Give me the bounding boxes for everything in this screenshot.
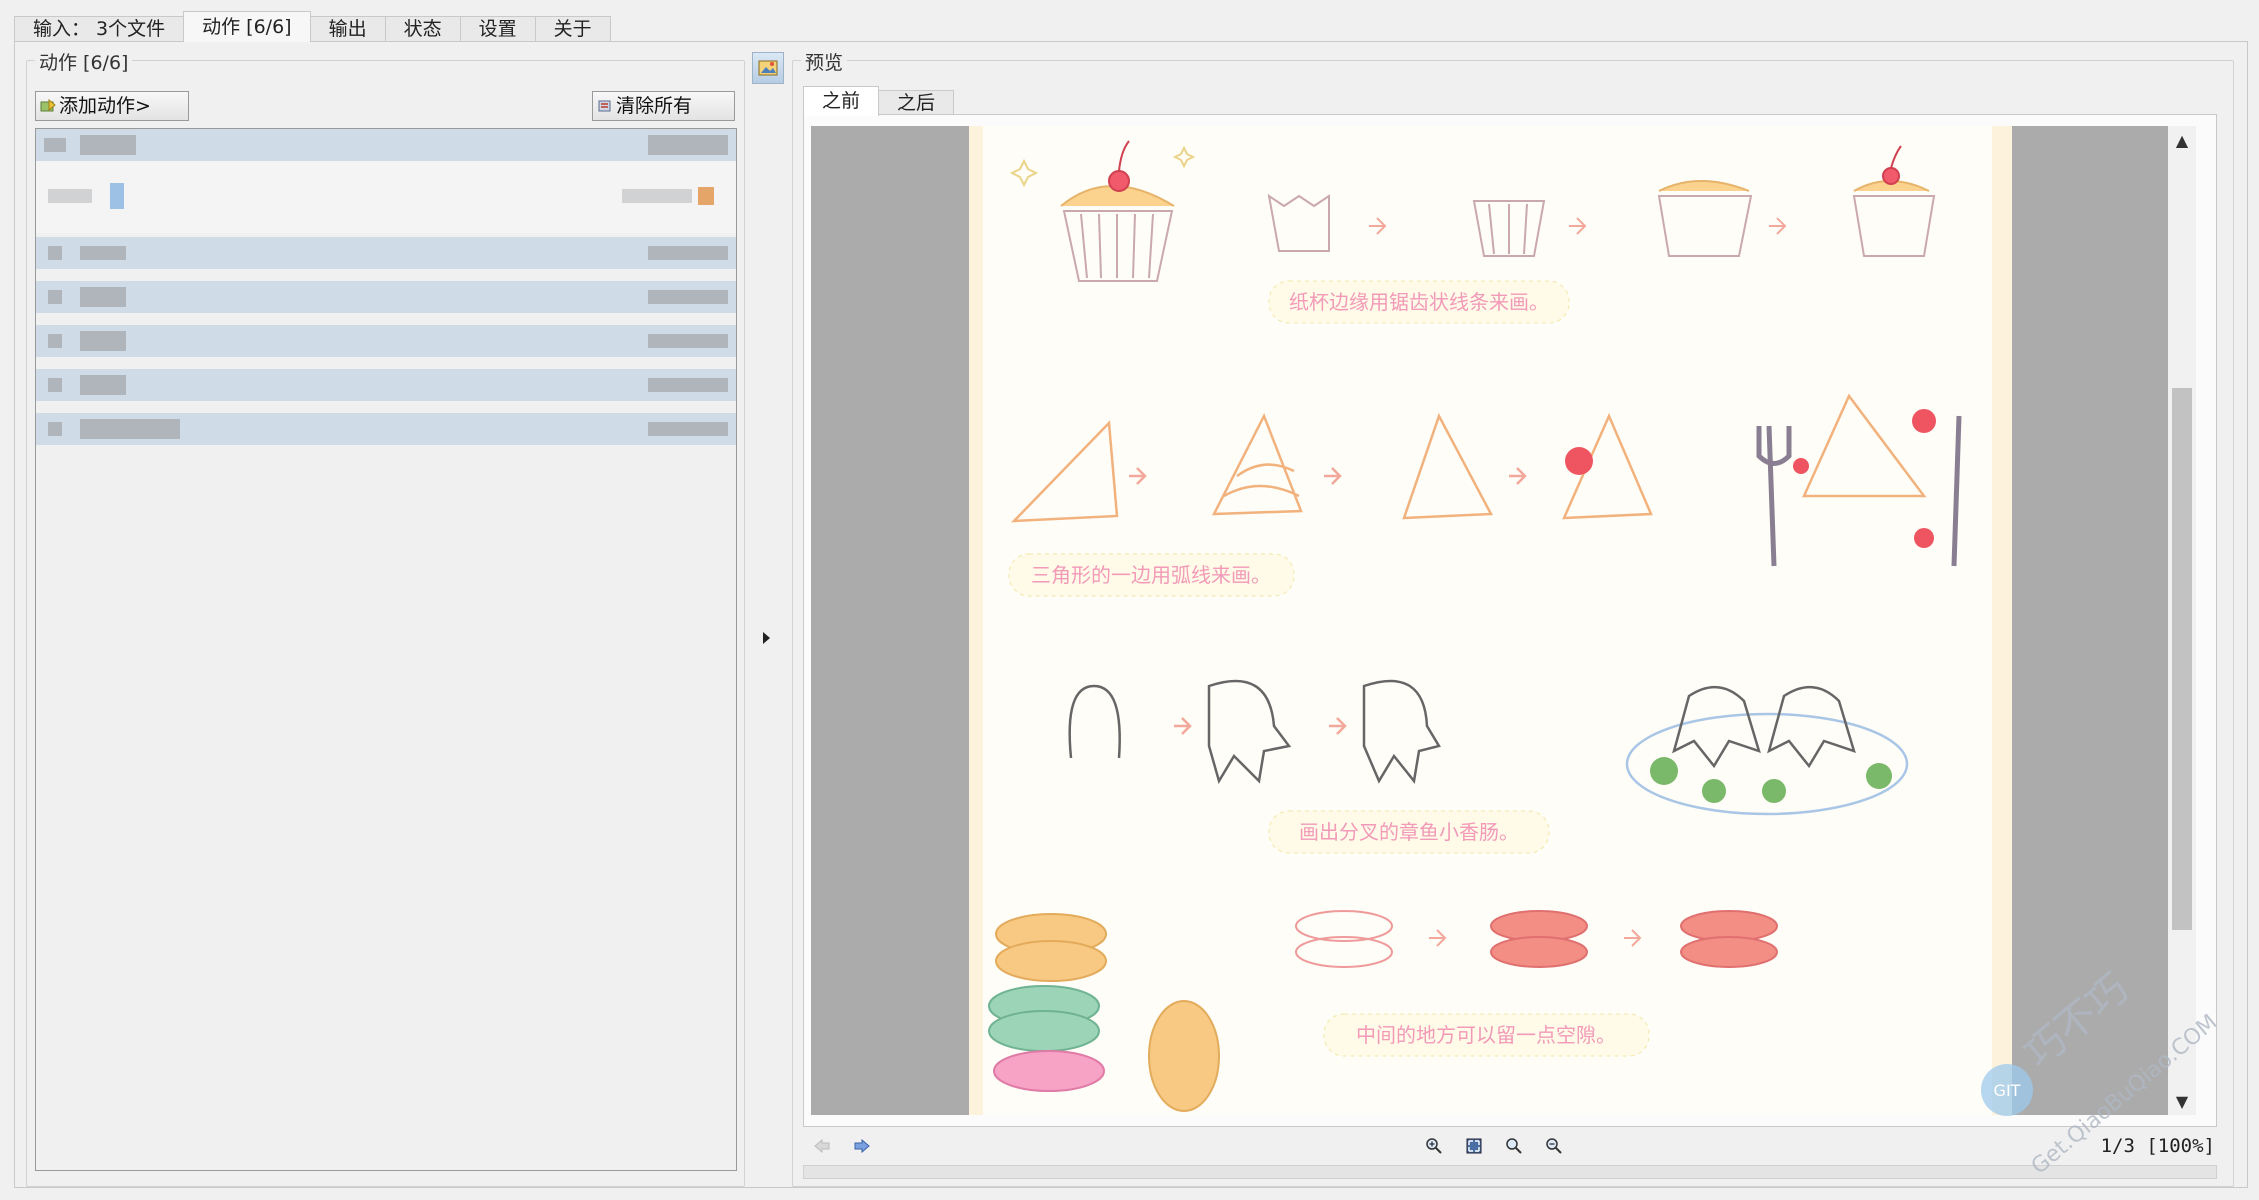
caption-cupcake: 纸杯边缘用锯齿状线条来画。 bbox=[1289, 290, 1549, 314]
add-action-label: 添加动作> bbox=[59, 95, 151, 117]
redacted-block bbox=[80, 287, 126, 307]
tab-about[interactable]: 关于 bbox=[534, 16, 611, 42]
redacted-block bbox=[48, 189, 92, 203]
fit-to-page-icon bbox=[1466, 1138, 1482, 1154]
action-row-3[interactable] bbox=[36, 237, 736, 269]
main-tabbar: 输入： 3个文件 动作 [6/6] 输出 状态 设置 关于 bbox=[14, 11, 611, 42]
preview-viewport[interactable]: 纸杯边缘用锯齿状线条来画。 三角形的一边用弧线来画。 画出分叉的章鱼小香肠。 中… bbox=[811, 126, 2168, 1115]
scroll-up-icon[interactable]: ▲ bbox=[2168, 126, 2196, 154]
redacted-block bbox=[80, 419, 180, 439]
redacted-block bbox=[648, 378, 728, 392]
tab-settings[interactable]: 设置 bbox=[459, 16, 536, 42]
caption-macaron: 中间的地方可以留一点空隙。 bbox=[1356, 1023, 1616, 1047]
action-row-2[interactable] bbox=[36, 161, 736, 233]
preview-page: 纸杯边缘用锯齿状线条来画。 三角形的一边用弧线来画。 画出分叉的章鱼小香肠。 中… bbox=[969, 126, 2012, 1115]
page-illustration: 纸杯边缘用锯齿状线条来画。 三角形的一边用弧线来画。 画出分叉的章鱼小香肠。 中… bbox=[988, 140, 1962, 1112]
clear-all-icon bbox=[598, 100, 611, 112]
fit-page-button[interactable] bbox=[1463, 1135, 1485, 1157]
redacted-block bbox=[80, 135, 136, 155]
scroll-thumb[interactable] bbox=[2172, 388, 2192, 930]
tab-actions[interactable]: 动作 [6/6] bbox=[183, 11, 311, 42]
action-row-5[interactable] bbox=[36, 325, 736, 357]
redacted-block bbox=[648, 334, 728, 348]
redacted-block bbox=[80, 246, 126, 260]
tab-before[interactable]: 之前 bbox=[803, 86, 880, 116]
add-action-icon bbox=[40, 99, 56, 112]
action-row-1[interactable] bbox=[36, 129, 736, 161]
redacted-block bbox=[622, 189, 692, 203]
tab-after[interactable]: 之后 bbox=[878, 90, 955, 116]
action-row-7[interactable] bbox=[36, 413, 736, 445]
watermark-badge-text: GIT bbox=[1994, 1081, 2021, 1100]
redacted-block bbox=[48, 378, 62, 392]
redacted-block bbox=[44, 138, 66, 152]
app-window: 输入： 3个文件 动作 [6/6] 输出 状态 设置 关于 动作 [6/6] 添… bbox=[0, 0, 2259, 1200]
redacted-block bbox=[648, 246, 728, 260]
action-row-4[interactable] bbox=[36, 281, 736, 313]
actions-group: 动作 [6/6] 添加动作> 清除所有 bbox=[26, 48, 745, 1187]
preview-group-title: 预览 bbox=[801, 48, 848, 75]
action-list[interactable] bbox=[35, 128, 737, 1171]
previous-page-button[interactable] bbox=[811, 1135, 833, 1157]
redacted-block bbox=[48, 422, 62, 436]
redacted-block bbox=[698, 187, 714, 205]
watermark-cn-text: 巧不巧 bbox=[2016, 965, 2137, 1077]
clear-all-button[interactable]: 清除所有 bbox=[592, 91, 735, 121]
tab-output[interactable]: 输出 bbox=[309, 16, 386, 42]
tab-status[interactable]: 状态 bbox=[384, 16, 461, 42]
zoom-in-icon bbox=[1426, 1138, 1442, 1154]
site-watermark: GIT 巧不巧 Get.QiaoBuQiao.COM bbox=[1981, 965, 2222, 1180]
toggle-preview-button[interactable] bbox=[752, 52, 784, 84]
zoom-in-button[interactable] bbox=[1423, 1135, 1445, 1157]
redacted-block bbox=[648, 135, 728, 155]
add-action-button[interactable]: 添加动作> bbox=[35, 91, 189, 121]
arrow-right-icon bbox=[854, 1138, 870, 1154]
tab-input[interactable]: 输入： 3个文件 bbox=[14, 16, 185, 42]
preview-image-icon bbox=[758, 60, 778, 76]
next-page-button[interactable] bbox=[851, 1135, 873, 1157]
actual-size-button[interactable] bbox=[1503, 1135, 1525, 1157]
preview-subtabs: 之前 之后 bbox=[803, 86, 955, 116]
redacted-block bbox=[48, 334, 62, 348]
zoom-out-icon bbox=[1546, 1138, 1562, 1154]
redacted-block bbox=[648, 290, 728, 304]
action-row-6[interactable] bbox=[36, 369, 736, 401]
magnifier-icon bbox=[1506, 1138, 1522, 1154]
redacted-block bbox=[80, 331, 126, 351]
zoom-out-button[interactable] bbox=[1543, 1135, 1565, 1157]
redacted-block bbox=[80, 375, 126, 395]
collapse-arrow-icon[interactable] bbox=[763, 632, 770, 644]
redacted-block bbox=[48, 290, 62, 304]
actions-group-title: 动作 [6/6] bbox=[35, 48, 133, 75]
redacted-block bbox=[110, 183, 124, 209]
caption-octopus: 画出分叉的章鱼小香肠。 bbox=[1299, 820, 1519, 844]
redacted-block bbox=[648, 422, 728, 436]
caption-triangle: 三角形的一边用弧线来画。 bbox=[1031, 563, 1271, 587]
clear-all-label: 清除所有 bbox=[616, 95, 693, 117]
redacted-block bbox=[48, 246, 62, 260]
arrow-left-icon bbox=[814, 1138, 830, 1154]
